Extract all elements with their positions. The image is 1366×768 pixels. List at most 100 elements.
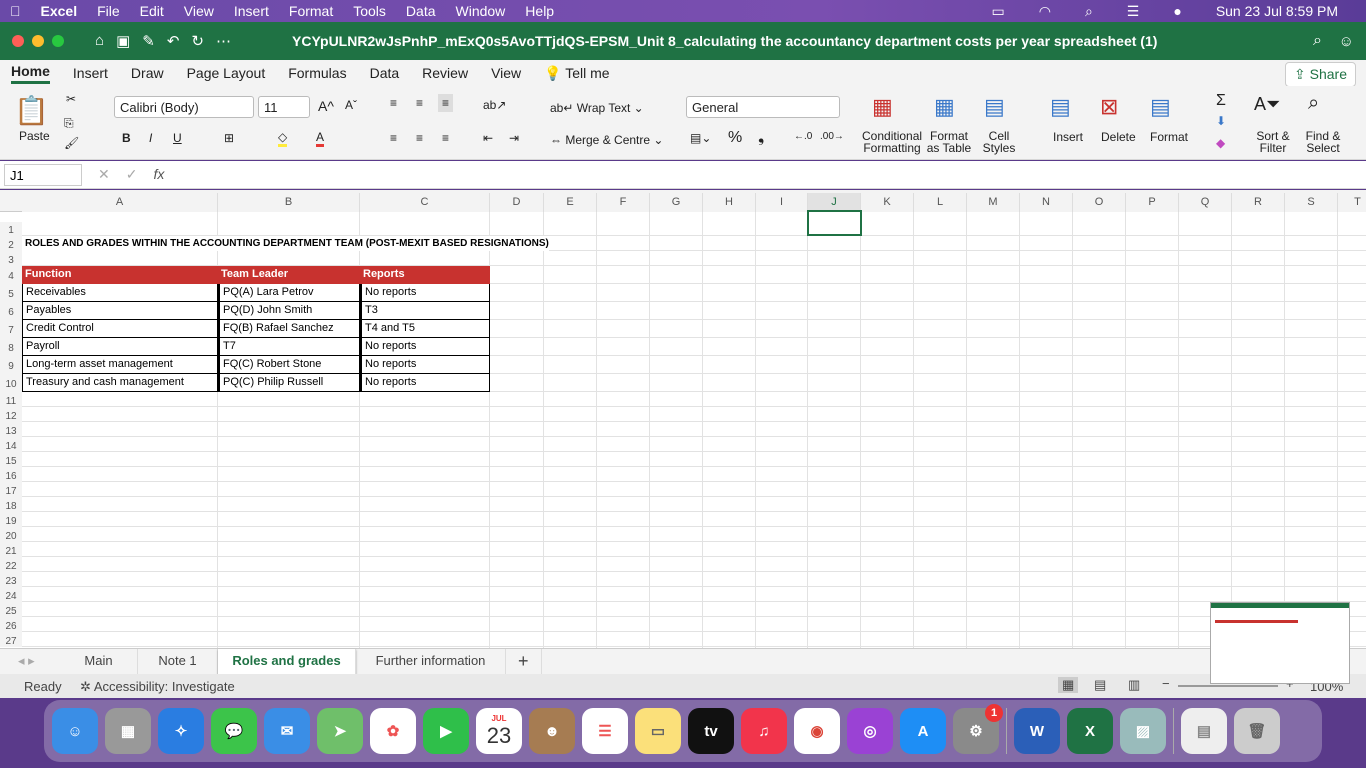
row-header-25[interactable]: 25	[0, 602, 22, 617]
home-icon[interactable]: ⌂	[95, 32, 104, 50]
column-header-i[interactable]: I	[756, 193, 808, 212]
autosum-icon[interactable]: Σ	[1216, 92, 1226, 110]
row-header-21[interactable]: 21	[0, 542, 22, 557]
calendar-icon[interactable]: JUL 23	[476, 708, 522, 754]
tab-formulas[interactable]: Formulas	[288, 65, 346, 81]
table-cell[interactable]: No reports	[360, 284, 490, 302]
tab-home[interactable]: Home	[11, 63, 50, 84]
finder-icon[interactable]: ☺	[52, 708, 98, 754]
column-header-n[interactable]: N	[1020, 193, 1073, 212]
increase-font-icon[interactable]: A^	[318, 98, 334, 114]
row-header-5[interactable]: 5	[0, 284, 22, 302]
column-header-q[interactable]: Q	[1179, 193, 1232, 212]
table-cell[interactable]: Long-term asset management	[22, 356, 218, 374]
row-header-1[interactable]: 1	[0, 222, 22, 236]
app-store-icon[interactable]: A	[900, 708, 946, 754]
decrease-font-icon[interactable]: Aˇ	[345, 98, 357, 112]
column-header-s[interactable]: S	[1285, 193, 1338, 212]
borders-icon[interactable]: ⊞	[224, 131, 234, 145]
italic-button[interactable]: I	[149, 131, 152, 145]
cancel-icon[interactable]: ✕	[98, 166, 110, 183]
row-header-13[interactable]: 13	[0, 422, 22, 437]
search-icon[interactable]: ⌕	[1085, 3, 1093, 20]
sheet-title-cell[interactable]: ROLES AND GRADES WITHIN THE ACCOUNTING D…	[22, 236, 549, 251]
insert-cells-button[interactable]: Insert	[1053, 130, 1083, 144]
zoom-out-button[interactable]: −	[1162, 676, 1170, 691]
find-select-button[interactable]: Find & Select	[1304, 130, 1342, 154]
share-people-icon[interactable]: ☺	[1339, 33, 1354, 50]
sort-filter-icon[interactable]: A⏷	[1254, 94, 1280, 115]
table-cell[interactable]: Treasury and cash management	[22, 374, 218, 392]
table-header-cell[interactable]: Function	[22, 266, 218, 284]
table-cell[interactable]: No reports	[360, 338, 490, 356]
messages-icon[interactable]: 💬	[211, 708, 257, 754]
maps-icon[interactable]: ➤	[317, 708, 363, 754]
siri-icon[interactable]: ●	[1173, 3, 1181, 19]
column-header-h[interactable]: H	[703, 193, 756, 212]
tab-review[interactable]: Review	[422, 65, 468, 81]
table-cell[interactable]: PQ(C) Philip Russell	[218, 374, 360, 392]
table-cell[interactable]: Payables	[22, 302, 218, 320]
row-header-9[interactable]: 9	[0, 356, 22, 374]
column-header-r[interactable]: R	[1232, 193, 1285, 212]
page-layout-view-icon[interactable]: ▤	[1094, 677, 1106, 693]
photos-icon[interactable]: ✿	[370, 708, 416, 754]
accessibility-status[interactable]: ✲ Accessibility: Investigate	[80, 679, 235, 695]
format-painter-icon[interactable]: 🖌	[64, 136, 79, 150]
row-header-18[interactable]: 18	[0, 497, 22, 512]
conditional-formatting-icon[interactable]: ▦	[872, 94, 893, 120]
align-top-icon[interactable]: ≡	[390, 96, 397, 110]
tab-page-layout[interactable]: Page Layout	[187, 65, 266, 81]
document-stack-icon[interactable]: ▤	[1181, 708, 1227, 754]
table-cell[interactable]: FQ(C) Robert Stone	[218, 356, 360, 374]
mail-icon[interactable]: ✉	[264, 708, 310, 754]
menu-tools[interactable]: Tools	[353, 3, 386, 19]
row-header-2[interactable]: 2	[0, 236, 22, 251]
column-header-l[interactable]: L	[914, 193, 967, 212]
menu-data[interactable]: Data	[406, 3, 436, 19]
delete-cells-button[interactable]: Delete	[1101, 130, 1136, 144]
apple-icon[interactable]: 	[10, 3, 21, 19]
zoom-button[interactable]	[52, 35, 64, 47]
currency-icon[interactable]: ▤⌄	[690, 131, 711, 145]
comma-icon[interactable]: ❟	[758, 129, 764, 147]
row-header-10[interactable]: 10	[0, 374, 22, 392]
undo-icon[interactable]: ↶	[167, 32, 180, 50]
row-header-27[interactable]: 27	[0, 632, 22, 647]
clock[interactable]: Sun 23 Jul 8:59 PM	[1216, 3, 1338, 19]
enter-icon[interactable]: ✓	[126, 166, 138, 183]
table-cell[interactable]: T4 and T5	[360, 320, 490, 338]
sheet-tab-further-information[interactable]: Further information	[356, 649, 506, 674]
add-sheet-button[interactable]: +	[506, 649, 542, 674]
redo-icon[interactable]: ↻	[191, 32, 204, 50]
scroll-tabs-icon[interactable]: ◂ ▸	[6, 649, 47, 674]
conditional-formatting-button[interactable]: Conditional Formatting	[862, 130, 922, 154]
column-header-a[interactable]: A	[22, 193, 218, 212]
paste-label[interactable]: Paste	[19, 129, 50, 143]
menu-file[interactable]: File	[97, 3, 120, 19]
column-header-d[interactable]: D	[490, 193, 544, 212]
notes-icon[interactable]: ▭	[635, 708, 681, 754]
fill-color-icon[interactable]: ◇	[278, 130, 288, 147]
chrome-icon[interactable]: ◉	[794, 708, 840, 754]
close-button[interactable]	[12, 35, 24, 47]
bold-button[interactable]: B	[122, 131, 131, 145]
copy-icon[interactable]: ⎘	[64, 116, 74, 131]
insert-cells-icon[interactable]: ▤	[1050, 94, 1071, 120]
table-cell[interactable]: Credit Control	[22, 320, 218, 338]
minimize-button[interactable]	[32, 35, 44, 47]
row-header-26[interactable]: 26	[0, 617, 22, 632]
format-as-table-button[interactable]: Format as Table	[926, 130, 972, 154]
menu-app[interactable]: Excel	[41, 3, 78, 19]
row-header-12[interactable]: 12	[0, 407, 22, 422]
column-header-b[interactable]: B	[218, 193, 360, 212]
row-header-23[interactable]: 23	[0, 572, 22, 587]
apple-tv-icon[interactable]: tv	[688, 708, 734, 754]
row-header-16[interactable]: 16	[0, 467, 22, 482]
decrease-indent-icon[interactable]: ⇤	[483, 131, 493, 145]
excel-icon[interactable]: X	[1067, 708, 1113, 754]
paste-icon[interactable]: 📋	[14, 94, 49, 127]
table-cell[interactable]: T7	[218, 338, 360, 356]
fx-icon[interactable]: fx	[153, 166, 164, 183]
table-cell[interactable]: No reports	[360, 356, 490, 374]
